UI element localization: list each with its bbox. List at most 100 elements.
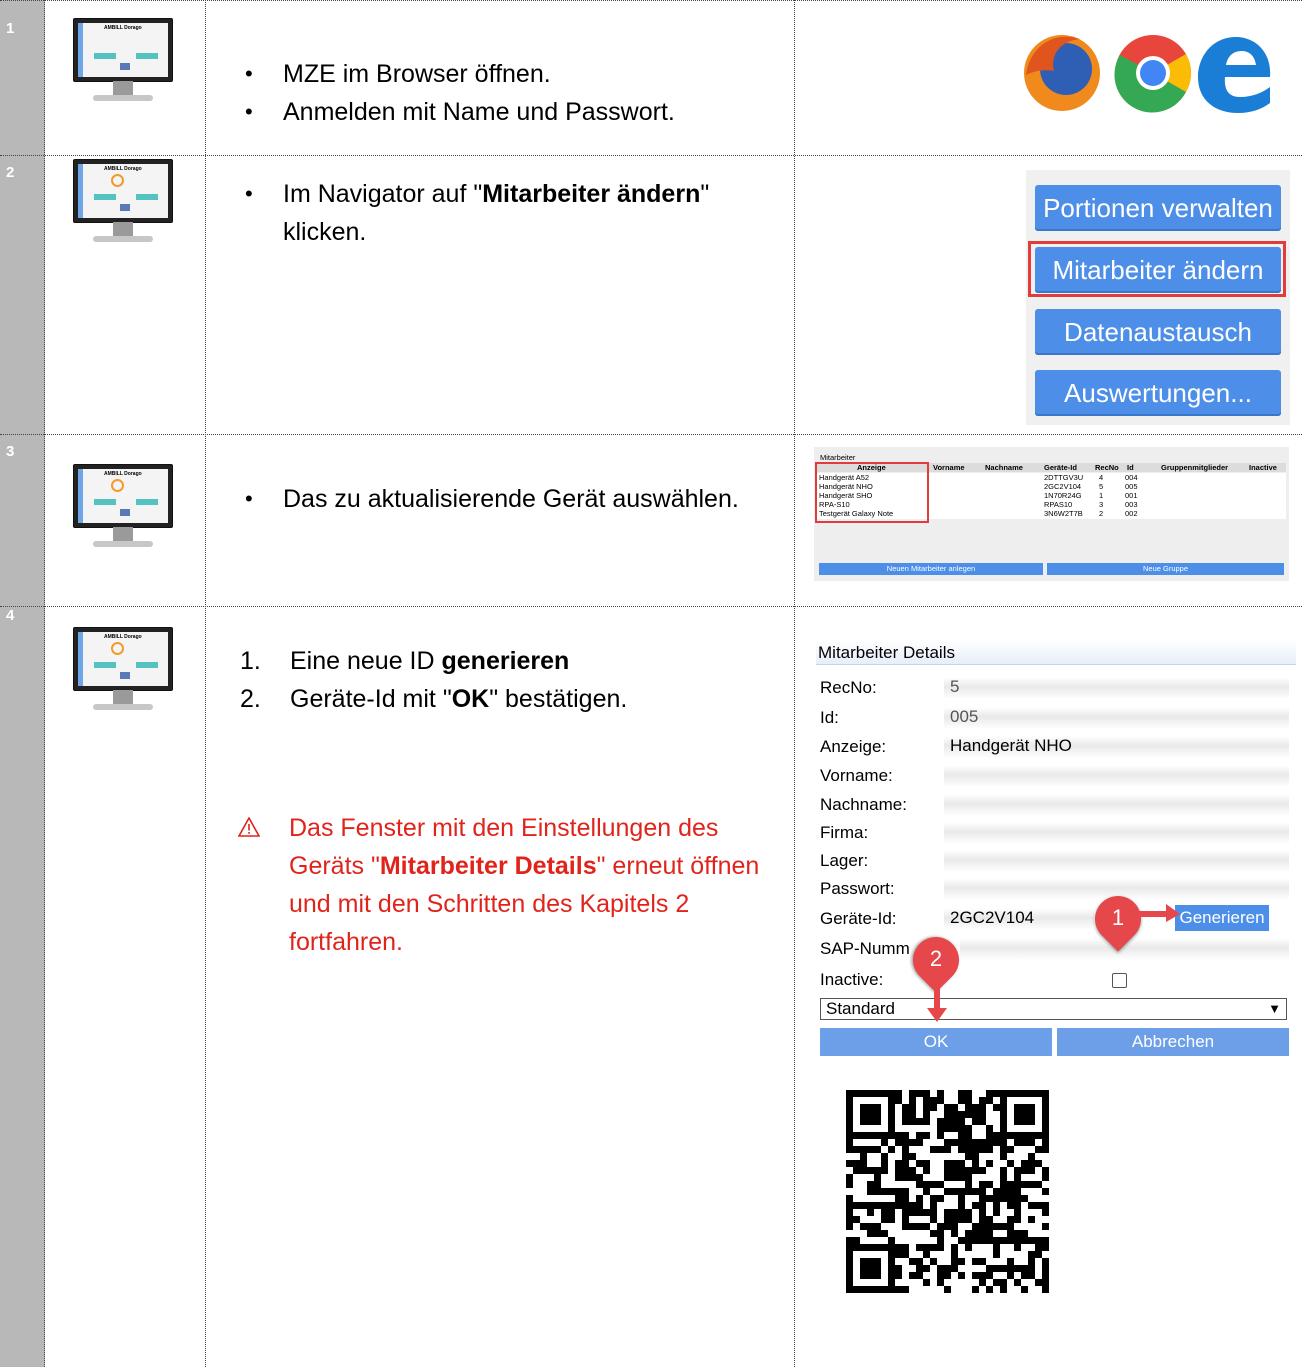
column-header: Id [1127,463,1134,472]
field-label: Inactive: [820,970,884,989]
field-label: SAP-Numm [820,939,910,958]
cell: 003 [1125,500,1138,509]
inactive-checkbox[interactable] [1112,973,1127,988]
step-number: 1 [6,20,15,37]
warning-text: Das Fenster mit den Einstellungen des Ge… [289,809,779,961]
qr-code [820,1064,1088,1332]
arrow-icon [1138,904,1180,922]
text: Eine neue ID [290,647,442,675]
bullet-item: Das zu aktualisierende Gerät auswählen. [245,480,783,518]
field-label: Vorname: [820,766,893,785]
group-select[interactable]: Standard ▼ [820,998,1287,1020]
highlight-frame [815,462,929,523]
nav-button-mitarbeiter-aendern[interactable]: Mitarbeiter ändern [1035,247,1281,293]
numbered-item: 2. Geräte-Id mit "OK" bestätigen. [240,680,785,718]
monitor-title: AMBILL Dorago [104,471,142,477]
chevron-down-icon: ▼ [1268,1001,1281,1016]
cell: 3 [1099,500,1104,509]
cell: 5 [1099,482,1104,491]
step-number: 3 [6,443,15,460]
arrow-icon [927,980,947,1022]
monitor-title: AMBILL Dorago [104,634,142,640]
cancel-button[interactable]: Abbrechen [1057,1028,1289,1056]
column-header: RecNo [1095,463,1119,472]
column-header: Nachname [985,463,1023,472]
mitarbeiter-table: Mitarbeiter Anzeige Vorname Nachname Ger… [814,447,1289,581]
callout-number: 2 [929,946,943,971]
monitor-title: AMBILL Dorago [104,25,142,31]
monitor-title: AMBILL Dorago [104,166,142,172]
divider [0,155,1302,156]
table-caption: Mitarbeiter [820,453,856,462]
cell: 1 [1099,491,1104,500]
cell: 2GC2V104 [1044,482,1082,491]
monitor-icon: AMBILL Dorago [73,159,173,249]
cell: 4 [1099,473,1104,482]
field-label: Id: [820,708,839,727]
divider [0,434,1302,435]
ok-button[interactable]: OK [820,1028,1052,1056]
step-1-instructions: MZE im Browser öffnen. Anmelden mit Name… [243,55,783,131]
monitor-icon: AMBILL Dorago [73,464,173,554]
column-header: Inactive [1249,463,1277,472]
new-group-button[interactable]: Neue Gruppe [1047,563,1284,575]
step-number: 2 [6,164,15,181]
step-2-instructions: Im Navigator auf "Mitarbeiter ändern" kl… [243,175,783,251]
text-bold: Mitarbeiter Details [379,852,597,880]
nav-button-portionen[interactable]: Portionen verwalten [1035,185,1281,231]
field-label: RecNo: [820,678,877,697]
field-label: Geräte-Id: [820,909,897,928]
cell: 2 [1099,509,1104,518]
cell: 1N70R24G [1044,491,1082,500]
field-label: Anzeige: [820,737,887,756]
text-bold: generieren [441,647,570,675]
chrome-icon [1114,35,1192,113]
text: " bestätigen. [489,685,628,713]
step-3-instructions: Das zu aktualisierende Gerät auswählen. [243,480,783,518]
cell: 002 [1125,509,1138,518]
bullet-item: Anmelden mit Name und Passwort. [245,93,783,131]
field-label: Firma: [820,823,869,842]
warning-icon [237,816,261,842]
generate-button[interactable]: Generieren [1175,905,1269,931]
item-number: 2. [240,685,261,713]
cell: RPAS10 [1044,500,1073,509]
numbered-item: 1. Eine neue ID generieren [240,642,785,680]
divider [794,0,795,1367]
vorname-field[interactable] [944,765,1289,787]
column-header: Vorname [933,463,965,472]
monitor-icon: AMBILL Dorago [73,627,173,717]
step-4-instructions: 1. Eine neue ID generieren 2. Geräte-Id mi… [240,642,785,718]
lager-field[interactable] [944,850,1289,872]
browser-icons [1020,25,1280,120]
recno-field[interactable]: 5 [944,677,1289,699]
cell: 001 [1125,491,1138,500]
anzeige-field[interactable]: Handgerät NHO [944,736,1289,758]
cell: 005 [1125,482,1138,491]
step-number: 4 [6,607,15,624]
field-label: Lager: [820,851,869,870]
text: Im Navigator auf " [283,180,483,208]
nav-button-datenaustausch[interactable]: Datenaustausch [1035,309,1281,355]
column-header: Geräte-Id [1044,463,1077,472]
cell: 004 [1125,473,1138,482]
geraete-id-field[interactable]: 2GC2V104 [944,908,1094,930]
firefox-icon [1024,35,1100,111]
column-header: Gruppenmitglieder [1161,463,1229,472]
firma-field[interactable] [944,822,1289,844]
divider [44,0,45,1367]
id-field[interactable]: 005 [944,707,1289,729]
text-bold: Mitarbeiter ändern [482,180,701,208]
callout-number: 1 [1111,905,1125,930]
dialog-title: Mitarbeiter Details [818,643,955,662]
nachname-field[interactable] [944,794,1289,816]
divider [0,606,1302,607]
item-number: 1. [240,647,261,675]
field-label: Passwort: [820,879,895,898]
nav-button-auswertungen[interactable]: Auswertungen... [1035,370,1281,416]
divider [205,0,206,1367]
divider [0,0,1302,1]
text-bold: OK [451,685,490,713]
new-employee-button[interactable]: Neuen Mitarbeiter anlegen [819,563,1043,575]
step-number-column [0,0,45,1367]
